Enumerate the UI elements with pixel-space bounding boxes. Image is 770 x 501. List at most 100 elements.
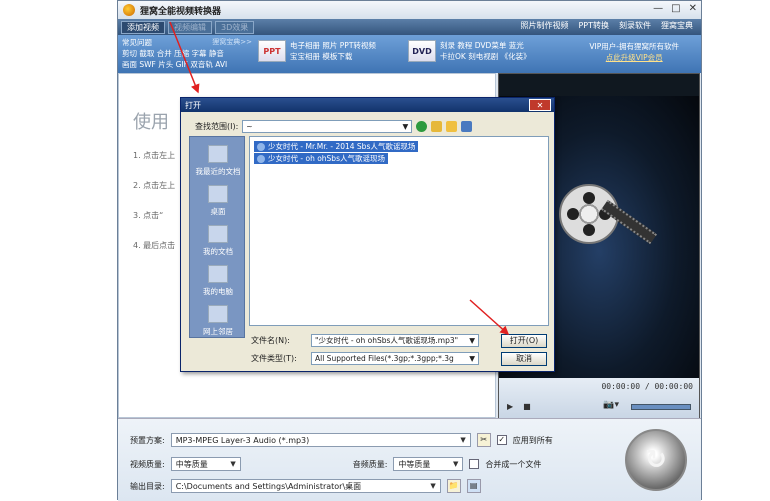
convert-button[interactable]: ↻ [625, 429, 687, 491]
place-desktop[interactable]: 桌面 [190, 185, 246, 217]
video-quality-label: 视频质量: [130, 459, 165, 469]
filetype-value: All Supported Files(*.3gp;*.3gpp;*.3g [315, 354, 454, 363]
file-item[interactable]: 少女时代 - Mr.Mr. - 2014 Sbs人气歌谣现场 [254, 141, 419, 152]
lookin-value: ~ [246, 122, 253, 131]
convert-arrow-icon: ↻ [645, 445, 667, 475]
place-mycomputer-label: 我的电脑 [203, 287, 233, 296]
ppt-promo-line-1[interactable]: 电子相册 照片 PPT转视频 [290, 40, 376, 51]
up-folder-icon[interactable] [431, 121, 443, 132]
snapshot-camera-icon[interactable]: 📷▾ [603, 400, 619, 410]
preset-label: 预置方案: [130, 435, 165, 445]
file-list: 少女时代 - Mr.Mr. - 2014 Sbs人气歌谣现场 少女时代 - oh… [249, 136, 549, 326]
view-menu-icon[interactable] [461, 121, 473, 132]
folder-icon[interactable]: 📁 [446, 479, 461, 493]
merge-checkbox[interactable] [469, 459, 480, 469]
settings-wrench-icon[interactable]: ✂ [476, 433, 491, 447]
faq-line-1[interactable]: 剪切 截取 合并 压缩 字幕 静音 [122, 48, 252, 59]
dialog-title: 打开 [185, 100, 201, 110]
recent-docs-icon [208, 145, 228, 163]
usage-step-4: 4. 最后点击 [133, 241, 176, 250]
audio-quality-label: 音频质量: [352, 459, 388, 469]
open-folder-icon[interactable]: ▤ [466, 479, 481, 493]
file-item[interactable]: 少女时代 - oh ohSbs人气歌谣现场 [254, 153, 388, 164]
dvd-promo-icon: DVD [408, 40, 436, 62]
output-dir-input[interactable]: C:\Documents and Settings\Administrator\… [170, 479, 441, 493]
network-icon [208, 305, 228, 323]
usage-step-2: 2. 点击左上 [133, 181, 176, 190]
3d-effect-tab[interactable]: 3D效果 [215, 20, 255, 34]
chevron-down-icon: ▼ [460, 436, 466, 444]
chevron-down-icon: ▼ [469, 336, 475, 345]
chevron-down-icon: ▼ [453, 460, 459, 468]
place-desktop-label: 桌面 [210, 207, 226, 216]
place-mycomputer[interactable]: 我的电脑 [190, 265, 246, 297]
liwo-guide-link[interactable]: 狸窝宝典 [661, 20, 693, 31]
playback-time: 00:00:00 / 00:00:00 [601, 382, 693, 391]
dvd-promo-line-1[interactable]: 刻录 教程 DVD菜单 蓝光 [440, 40, 531, 51]
my-documents-icon [208, 225, 228, 243]
ppt-promo[interactable]: PPT 电子相册 照片 PPT转视频 宝宝相册 模板下载 [258, 40, 376, 62]
place-network[interactable]: 网上邻居 [190, 305, 246, 337]
video-quality-value: 中等质量 [175, 459, 208, 469]
ppt-promo-line-2[interactable]: 宝宝相册 模板下载 [290, 51, 376, 62]
audio-quality-value: 中等质量 [398, 459, 431, 469]
faq-more-link[interactable]: 狸窝宝典>> [212, 37, 252, 48]
dvd-promo[interactable]: DVD 刻录 教程 DVD菜单 蓝光 卡拉OK 刻电视剧 《化装》 [408, 40, 531, 62]
volume-slider[interactable] [631, 404, 691, 410]
audio-file-icon [257, 154, 265, 163]
open-button[interactable]: 打开(O) [501, 334, 547, 348]
minimize-button[interactable]: — [653, 3, 663, 14]
vip-line-1: VIP用户-拥有狸窝所有软件 [589, 42, 679, 51]
places-bar: 我最近的文档 桌面 我的文档 我的电脑 网上邻居 [189, 136, 245, 338]
preset-select[interactable]: MP3-MPEG Layer-3 Audio (*.mp3) ▼ [170, 433, 471, 447]
video-quality-select[interactable]: 中等质量 ▼ [170, 457, 241, 471]
filename-label: 文件名(N): [251, 336, 290, 345]
maximize-button[interactable]: □ [671, 3, 680, 14]
output-dir-label: 输出目录: [130, 481, 165, 491]
filename-input[interactable]: "少女时代 - oh ohSbs人气歌谣现场.mp3" ▼ [311, 334, 479, 347]
dialog-close-button[interactable]: ✕ [529, 99, 551, 111]
ppt-promo-icon: PPT [258, 40, 286, 62]
usage-step-1: 1. 点击左上 [133, 151, 176, 160]
player-controls: 00:00:00 / 00:00:00 ▶ ■ 📷▾ [499, 378, 699, 418]
window-title: 狸窝全能视频转换器 [140, 6, 222, 17]
faq-box: 常见问题 狸窝宝典>> 剪切 截取 合并 压缩 字幕 静音 画面 SWF 片头 … [122, 37, 252, 70]
faq-line-2[interactable]: 画面 SWF 片头 GIF 双音轨 AVI [122, 59, 252, 70]
photo-video-link[interactable]: 照片制作视频 [520, 20, 568, 31]
audio-quality-select[interactable]: 中等质量 ▼ [393, 457, 464, 471]
top-links: 照片制作视频 PPT转换 刻录软件 狸窝宝典 [520, 20, 693, 31]
lookin-select[interactable]: ~ ▼ [242, 120, 413, 133]
close-button[interactable]: ✕ [689, 3, 697, 14]
output-settings: 预置方案: MP3-MPEG Layer-3 Audio (*.mp3) ▼ ✂… [118, 418, 701, 501]
promo-banner: 常见问题 狸窝宝典>> 剪切 截取 合并 压缩 字幕 静音 画面 SWF 片头 … [118, 35, 701, 73]
cancel-button[interactable]: 取消 [501, 352, 547, 366]
open-file-dialog: 打开 ✕ 查找范围(I): ~ ▼ 我最近的文档 桌面 我的文档 我的电脑 网上… [180, 97, 555, 372]
video-edit-tab[interactable]: 视频编辑 [168, 20, 212, 34]
faq-title[interactable]: 常见问题 [122, 37, 152, 48]
new-folder-icon[interactable] [446, 121, 458, 132]
chevron-down-icon: ▼ [230, 460, 236, 468]
stop-icon[interactable]: ■ [523, 402, 531, 411]
place-mydocs[interactable]: 我的文档 [190, 225, 246, 257]
preset-value: MP3-MPEG Layer-3 Audio (*.mp3) [175, 435, 310, 445]
place-mydocs-label: 我的文档 [203, 247, 233, 256]
add-video-tab[interactable]: 添加视频 [121, 20, 165, 34]
ppt-convert-link[interactable]: PPT转换 [578, 20, 609, 31]
apply-all-checkbox[interactable]: ✓ [496, 435, 507, 445]
back-icon[interactable] [416, 121, 428, 132]
play-icon[interactable]: ▶ [507, 402, 513, 411]
vip-promo[interactable]: VIP用户-拥有狸窝所有软件 点此升级VIP会员 [589, 41, 679, 63]
place-recent[interactable]: 我最近的文档 [190, 145, 246, 177]
dvd-promo-line-2[interactable]: 卡拉OK 刻电视剧 《化装》 [440, 51, 531, 62]
lookin-label: 查找范围(I): [195, 122, 239, 131]
file-item-name: 少女时代 - Mr.Mr. - 2014 Sbs人气歌谣现场 [268, 142, 416, 151]
dialog-title-bar: 打开 [181, 98, 554, 112]
file-item-name: 少女时代 - oh ohSbs人气歌谣现场 [268, 154, 385, 163]
chevron-down-icon: ▼ [469, 354, 475, 363]
filetype-select[interactable]: All Supported Files(*.3gp;*.3gpp;*.3g ▼ [311, 352, 479, 365]
vip-upgrade-link[interactable]: 点此升级VIP会员 [589, 52, 679, 63]
burn-software-link[interactable]: 刻录软件 [619, 20, 651, 31]
merge-label: 合并成一个文件 [485, 459, 542, 469]
app-logo-icon [123, 4, 135, 16]
usage-step-3: 3. 点击“ [133, 211, 164, 220]
